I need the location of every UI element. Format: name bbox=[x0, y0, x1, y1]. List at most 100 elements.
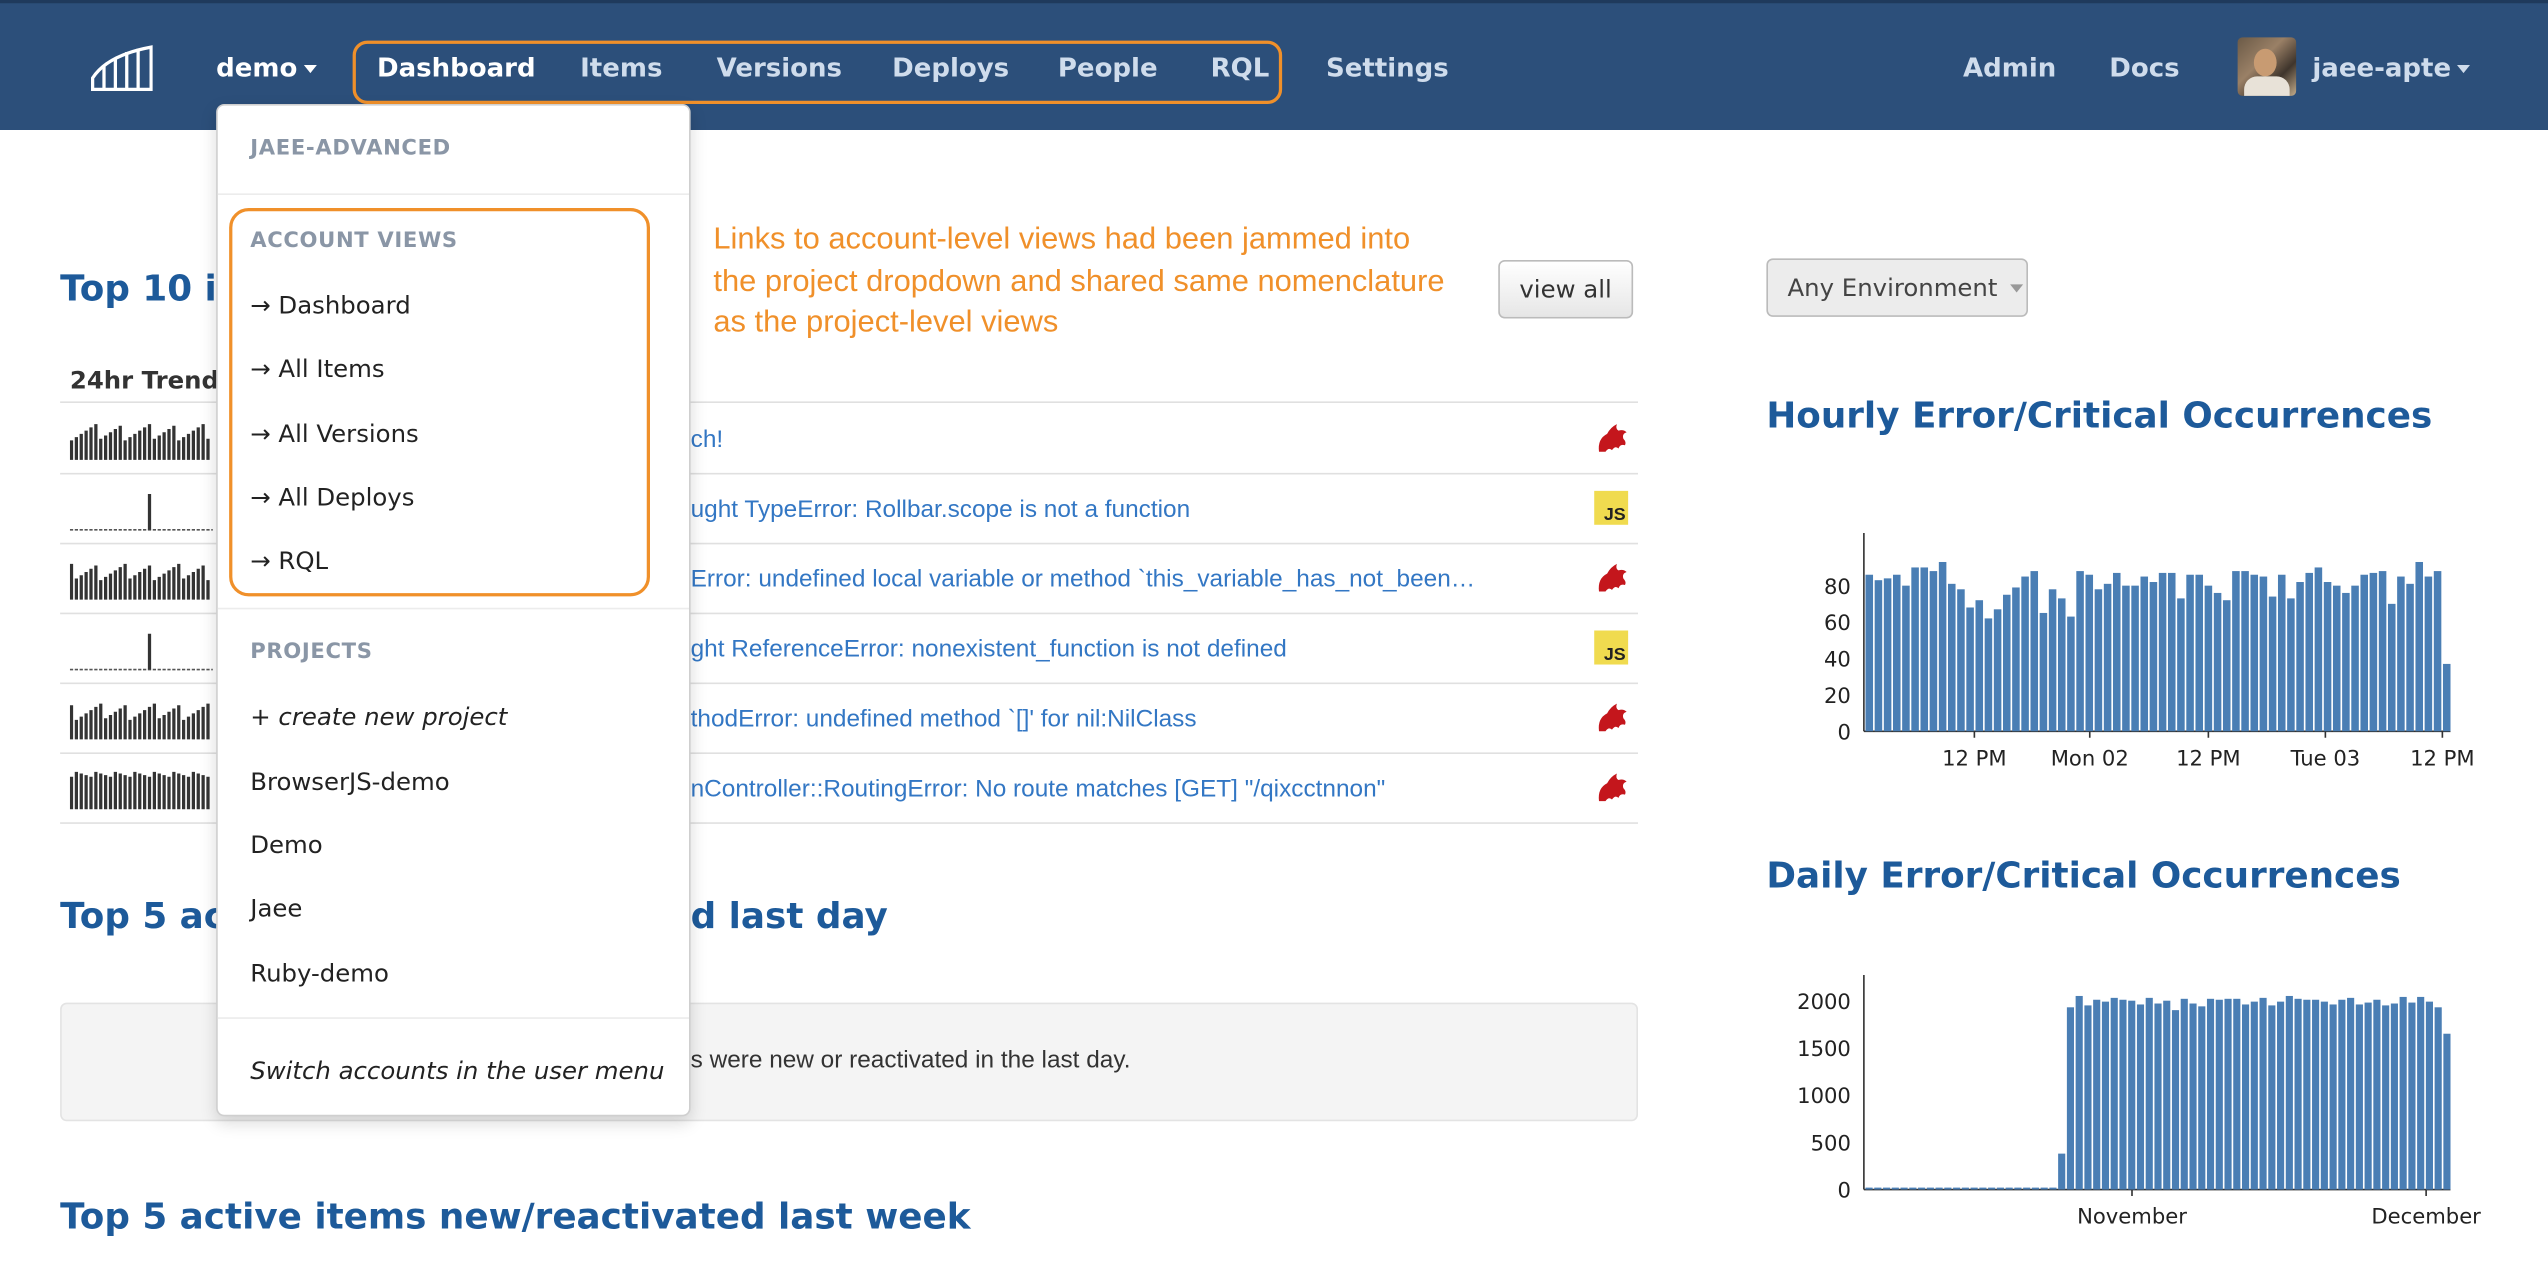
chart-bar bbox=[2094, 589, 2103, 732]
chart-bar bbox=[2294, 998, 2302, 1190]
chart-bar bbox=[2039, 612, 2048, 732]
account-view-all-versions[interactable]: → All Versions bbox=[250, 419, 418, 448]
y-tick-label: 80 bbox=[1824, 574, 1851, 599]
chart-bar bbox=[2390, 1003, 2398, 1190]
chart-bar bbox=[2103, 583, 2112, 732]
chart-bar bbox=[2215, 999, 2223, 1190]
tab-deploys[interactable]: Deploys bbox=[892, 52, 1009, 83]
tab-dashboard[interactable]: Dashboard bbox=[377, 52, 536, 83]
dropdown-divider bbox=[217, 193, 689, 195]
chart-bar bbox=[2206, 998, 2215, 1190]
y-tick-label: 0 bbox=[1837, 719, 1850, 744]
x-tick-label: Mon 02 bbox=[2051, 745, 2129, 770]
chart-bar bbox=[1911, 567, 1919, 732]
chart-bar bbox=[2329, 1004, 2337, 1190]
item-title-link[interactable]: ught TypeError: Rollbar.scope is not a f… bbox=[691, 496, 1191, 524]
project-item-ruby-demo[interactable]: Ruby-demo bbox=[250, 959, 389, 988]
chart-bar bbox=[1926, 1187, 1934, 1190]
tab-settings[interactable]: Settings bbox=[1326, 52, 1449, 83]
chart-bar bbox=[2180, 998, 2188, 1190]
project-item-jaee[interactable]: Jaee bbox=[250, 894, 302, 923]
chevron-down-icon bbox=[2010, 283, 2024, 292]
chart-bar bbox=[2085, 574, 2094, 732]
view-all-button[interactable]: view all bbox=[1498, 260, 1633, 319]
account-view-all-items[interactable]: → All Items bbox=[250, 354, 384, 383]
top-day-title-right: d last day bbox=[690, 897, 888, 938]
chart-bar bbox=[2122, 585, 2130, 732]
project-item-demo[interactable]: Demo bbox=[250, 830, 322, 859]
chart-bar bbox=[2241, 571, 2249, 732]
tab-versions[interactable]: Versions bbox=[717, 52, 842, 83]
chart-bar bbox=[2002, 594, 2011, 732]
tab-people[interactable]: People bbox=[1058, 52, 1158, 83]
chart-bar bbox=[2250, 574, 2259, 732]
chart-bar bbox=[2195, 574, 2204, 732]
chart-bar bbox=[1900, 1187, 1908, 1190]
chart-bar bbox=[1909, 1187, 1917, 1190]
chart-bar bbox=[2373, 999, 2381, 1190]
y-tick-label: 40 bbox=[1824, 647, 1851, 672]
user-menu[interactable]: jaee-apte bbox=[2312, 52, 2471, 83]
chart-bar bbox=[2332, 585, 2341, 732]
chart-bar bbox=[2287, 598, 2295, 732]
chart-bar bbox=[2303, 999, 2311, 1190]
chart-bar bbox=[1966, 607, 1974, 732]
tab-items[interactable]: Items bbox=[580, 52, 662, 83]
chart-bar bbox=[2323, 582, 2332, 732]
chart-bar bbox=[2277, 1001, 2285, 1190]
item-title-link[interactable]: nController::RoutingError: No route matc… bbox=[691, 775, 1386, 803]
ruby-icon bbox=[1598, 563, 1627, 592]
docs-link[interactable]: Docs bbox=[2109, 52, 2179, 83]
js-icon: JS bbox=[1594, 630, 1629, 665]
item-title-link[interactable]: Error: undefined local variable or metho… bbox=[691, 566, 1476, 594]
trend-sparkline bbox=[69, 563, 210, 600]
daily-chart: 0 500 1000 1500 2000 November December bbox=[1797, 975, 2481, 1229]
tab-rql[interactable]: RQL bbox=[1211, 52, 1270, 83]
chart-bar bbox=[2232, 571, 2240, 732]
create-project-link[interactable]: + create new project bbox=[250, 702, 507, 731]
chart-bar bbox=[2030, 571, 2039, 732]
chart-bar bbox=[2067, 616, 2075, 732]
chart-bar bbox=[2387, 603, 2396, 732]
chart-bar bbox=[2382, 1005, 2390, 1190]
chart-bar bbox=[1865, 1187, 1873, 1190]
chart-bar bbox=[2048, 589, 2057, 732]
environment-label: Any Environment bbox=[1787, 273, 1998, 303]
chart-bar bbox=[2145, 997, 2153, 1190]
chevron-down-icon bbox=[303, 65, 317, 74]
chart-bar bbox=[2259, 576, 2268, 732]
chart-bar bbox=[2198, 1006, 2206, 1190]
avatar[interactable] bbox=[2237, 37, 2297, 96]
environment-select[interactable]: Any Environment bbox=[1766, 258, 2028, 317]
item-title-link[interactable]: thodError: undefined method `[]' for nil… bbox=[691, 705, 1197, 733]
ruby-icon bbox=[1598, 773, 1627, 802]
daily-chart-title: Daily Error/Critical Occurrences bbox=[1766, 856, 2401, 897]
item-title-link[interactable]: ght ReferenceError: nonexistent_function… bbox=[691, 635, 1287, 663]
chart-bar bbox=[2119, 999, 2127, 1190]
ruby-icon bbox=[1598, 703, 1627, 732]
trend-sparkline bbox=[69, 494, 213, 531]
chart-bar bbox=[2442, 663, 2451, 732]
chart-bar bbox=[1892, 574, 1901, 732]
chart-bar bbox=[1883, 578, 1892, 732]
project-switcher[interactable]: demo bbox=[216, 52, 317, 83]
chart-bar bbox=[2084, 1005, 2092, 1190]
chart-bar bbox=[2213, 592, 2222, 732]
account-view-all-deploys[interactable]: → All Deploys bbox=[250, 483, 414, 512]
chart-bar bbox=[2140, 576, 2149, 732]
rollbar-logo-icon[interactable] bbox=[91, 42, 153, 91]
switch-accounts-hint: Switch accounts in the user menu bbox=[250, 1056, 665, 1086]
chart-bar bbox=[1961, 1187, 1969, 1190]
account-view-rql[interactable]: → RQL bbox=[250, 546, 328, 575]
chart-bar bbox=[2250, 1001, 2258, 1190]
chart-bar bbox=[1953, 1187, 1961, 1190]
chart-bar bbox=[2406, 583, 2414, 732]
admin-link[interactable]: Admin bbox=[1963, 52, 2056, 83]
chart-bar bbox=[2364, 1002, 2372, 1190]
account-view-dashboard[interactable]: → Dashboard bbox=[250, 291, 410, 320]
empty-notice-text: s were new or reactivated in the last da… bbox=[690, 1046, 1131, 1075]
chart-bar bbox=[1883, 1187, 1891, 1190]
account-header: JAEE-ADVANCED bbox=[250, 136, 451, 161]
project-item-browserjs-demo[interactable]: BrowserJS-demo bbox=[250, 767, 449, 796]
item-title-link[interactable]: ch! bbox=[691, 426, 724, 454]
